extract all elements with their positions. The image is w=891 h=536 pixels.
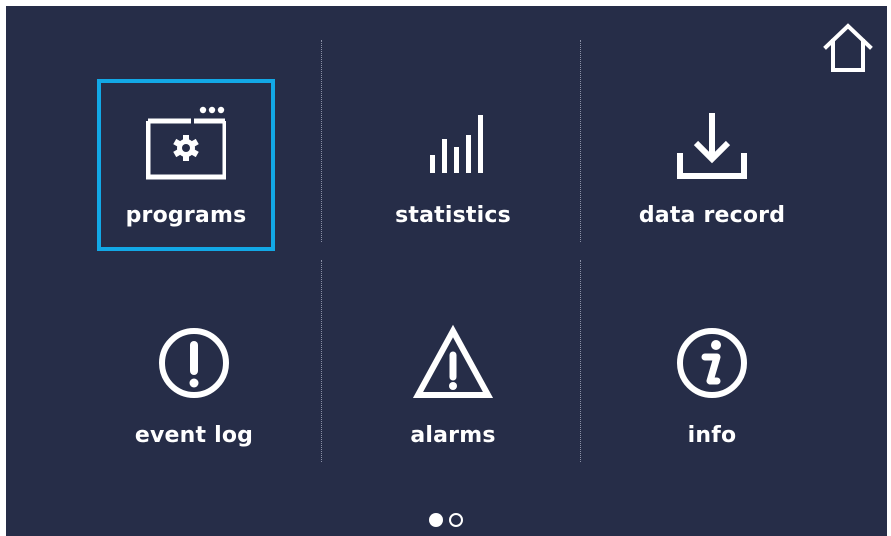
column-divider bbox=[580, 260, 581, 462]
column-divider bbox=[321, 40, 322, 242]
page-indicator bbox=[429, 511, 463, 529]
column-divider bbox=[580, 40, 581, 242]
download-icon bbox=[677, 113, 747, 179]
tile-data-record[interactable]: data record bbox=[623, 79, 801, 251]
tile-label: programs bbox=[125, 203, 247, 228]
tile-label: alarms bbox=[410, 423, 496, 448]
page-dot-2[interactable] bbox=[449, 513, 463, 527]
warning-triangle-icon bbox=[413, 324, 493, 398]
page-dot-1[interactable] bbox=[429, 513, 443, 527]
tile-programs[interactable]: programs bbox=[97, 79, 275, 251]
tile-label: info bbox=[687, 423, 737, 448]
tile-label: data record bbox=[638, 203, 786, 228]
tile-label: statistics bbox=[395, 203, 511, 228]
exclamation-circle-icon bbox=[159, 328, 229, 398]
tile-label: event log bbox=[134, 423, 254, 448]
tile-event-log[interactable]: event log bbox=[105, 299, 283, 471]
tile-alarms[interactable]: alarms bbox=[364, 299, 542, 471]
home-icon bbox=[823, 23, 873, 72]
menu-screen: programs statistics data record event lo… bbox=[6, 6, 887, 536]
tile-statistics[interactable]: statistics bbox=[364, 79, 542, 251]
column-divider bbox=[321, 260, 322, 462]
tile-info[interactable]: info bbox=[623, 299, 801, 471]
home-button[interactable] bbox=[820, 20, 876, 76]
info-circle-icon bbox=[677, 328, 747, 398]
oven-program-icon bbox=[146, 106, 226, 180]
bar-chart-icon bbox=[430, 115, 483, 173]
